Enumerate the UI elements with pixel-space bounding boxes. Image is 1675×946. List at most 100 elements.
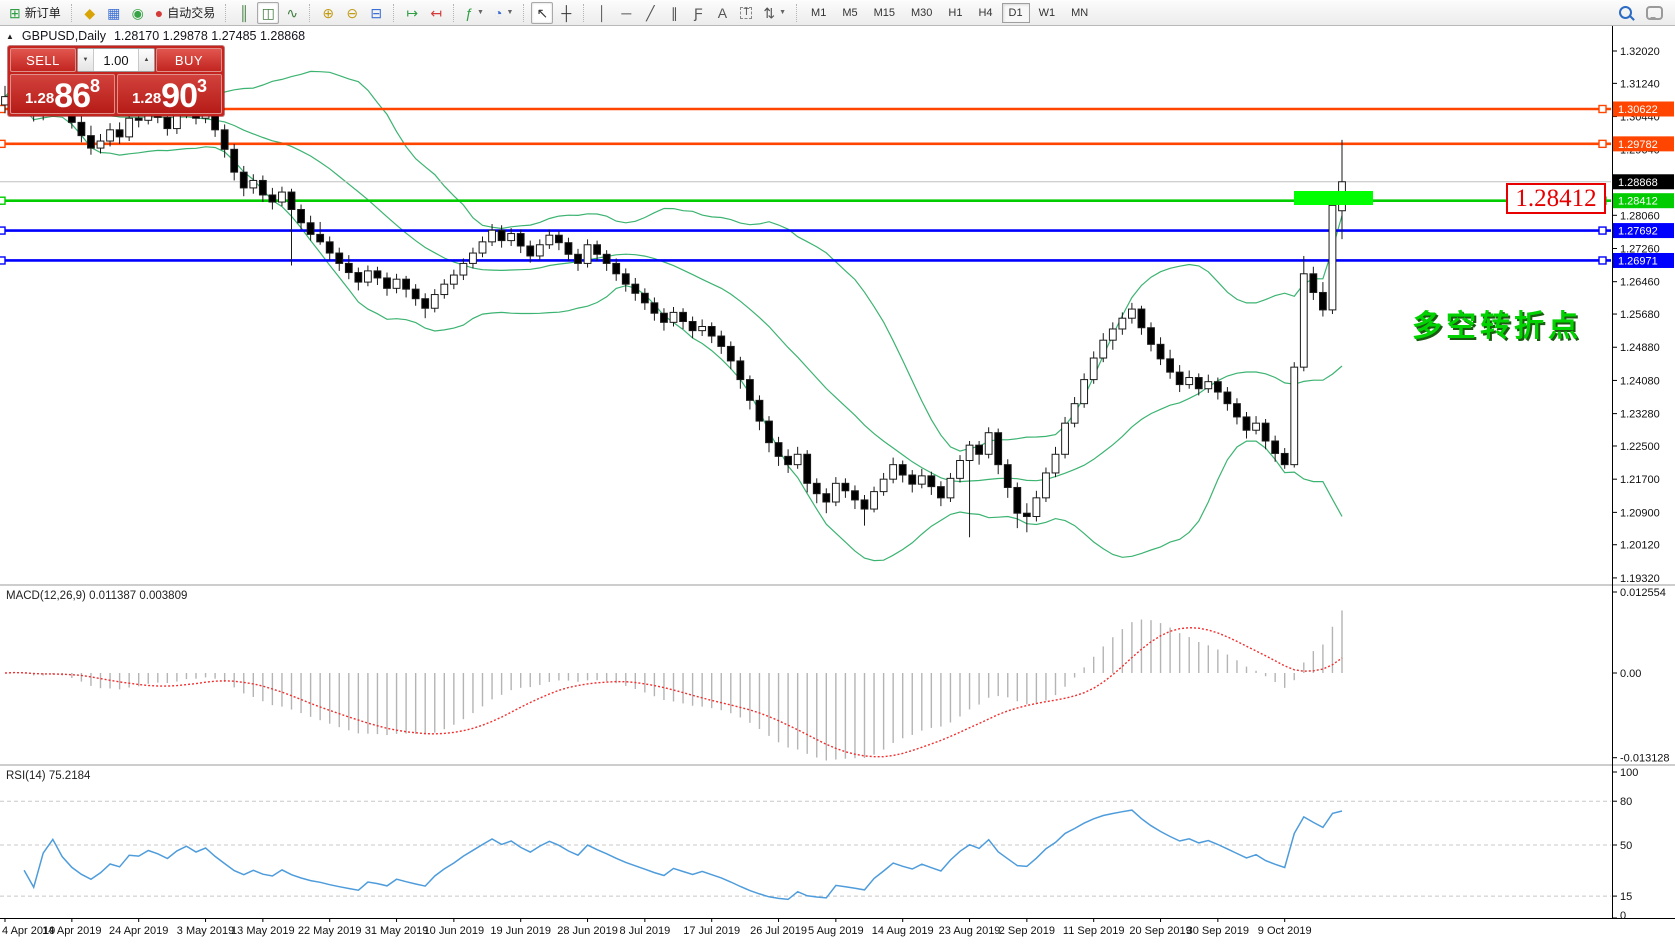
green-zone-box[interactable]: [1294, 190, 1373, 206]
new-order-icon: ⊞: [9, 4, 21, 21]
zoom-out-icon: ⊖: [346, 4, 359, 21]
price-scale-badge: 1.30622: [1613, 101, 1674, 117]
zoom-in-button[interactable]: ⊕: [317, 2, 339, 24]
svg-text:1.20120: 1.20120: [1620, 540, 1660, 552]
chart-shift-button[interactable]: ↤: [425, 2, 447, 24]
timeframe-mn-button[interactable]: MN: [1064, 3, 1095, 23]
turning-point-text-annotation[interactable]: 多空转折点: [1412, 301, 1582, 345]
auto-scroll-button[interactable]: ↦: [401, 2, 423, 24]
timeframe-h1-button[interactable]: H1: [941, 3, 969, 23]
fibonacci-icon: Ƒ: [694, 4, 703, 21]
price-scale-badge: 1.28868: [1613, 174, 1674, 190]
periods-icon: ◔: [493, 4, 503, 21]
svg-text:1.26971: 1.26971: [1618, 255, 1658, 267]
buy-button[interactable]: BUY: [156, 48, 222, 72]
svg-text:11 Sep 2019: 11 Sep 2019: [1063, 925, 1125, 937]
sell-price-display[interactable]: 1.28 86 8: [10, 74, 115, 114]
market-watch-button[interactable]: ▦: [103, 2, 125, 24]
volume-down-button[interactable]: ▼: [78, 49, 94, 71]
cursor-button[interactable]: ↖: [531, 1, 554, 24]
auto-trading-button[interactable]: ● 自动交易: [151, 2, 219, 24]
svg-text:9 Oct 2019: 9 Oct 2019: [1258, 925, 1312, 937]
buy-price-display[interactable]: 1.28 90 3: [117, 74, 222, 114]
svg-text:1.26460: 1.26460: [1620, 277, 1660, 289]
panel-separator[interactable]: [0, 584, 1675, 586]
timeframe-h4-button[interactable]: H4: [971, 3, 999, 23]
new-order-button[interactable]: ⊞ 新订单: [5, 2, 65, 24]
svg-text:0: 0: [1620, 910, 1626, 922]
resistance-line-1[interactable]: [0, 104, 1612, 114]
horizontal-line-button[interactable]: ─: [615, 2, 637, 24]
equidistant-channel-button[interactable]: ∥: [663, 2, 685, 24]
zoom-in-icon: ⊕: [322, 4, 335, 21]
auto-scroll-icon: ↦: [406, 4, 419, 21]
toolbar-separator: [225, 3, 227, 22]
cursor-icon: ↖: [536, 4, 549, 21]
timeframe-m15-button[interactable]: M15: [867, 3, 902, 23]
volume-input[interactable]: [94, 49, 138, 71]
svg-text:22 May 2019: 22 May 2019: [298, 925, 362, 937]
fibonacci-button[interactable]: Ƒ: [687, 2, 709, 24]
chevron-down-icon[interactable]: ▼: [779, 9, 786, 16]
candlestick-chart-button[interactable]: ◫: [257, 1, 280, 24]
svg-text:30 Sep 2019: 30 Sep 2019: [1187, 925, 1249, 937]
chart-canvas[interactable]: 1.320201.312401.304401.296401.280601.272…: [0, 0, 1675, 946]
bar-chart-button[interactable]: ║: [233, 2, 255, 24]
rsi-label: RSI(14) 75.2184: [6, 770, 91, 782]
svg-text:24 Apr 2019: 24 Apr 2019: [109, 925, 168, 937]
periods-button[interactable]: ◔ ▼: [490, 2, 517, 24]
crosshair-button[interactable]: ┼: [555, 2, 577, 24]
tile-windows-button[interactable]: ⊟: [365, 2, 387, 24]
layout-button[interactable]: ◆: [79, 2, 101, 24]
svg-text:14 Apr 2019: 14 Apr 2019: [42, 925, 101, 937]
price-level-annotation[interactable]: 1.28412: [1506, 183, 1606, 214]
line-chart-button[interactable]: ∿: [281, 2, 303, 24]
candlestick-chart-icon: ◫: [261, 4, 275, 21]
price-scale-badge: 1.29782: [1613, 136, 1674, 152]
auto-trading-label: 自动交易: [167, 6, 216, 20]
main-toolbar: ⊞ 新订单 ◆ ▦ ◉ ● 自动交易 ║ ◫ ∿ ⊕ ⊖ ⊟ ↦ ↤ ƒ ▼ ◔ ▼ ↖ ┼ │ ─ ╱ ∥ Ƒ A T ⇅ ▼ M1 M5 M…: [0, 0, 1675, 26]
toolbar-separator: [309, 3, 311, 22]
buy-price-prefix: 1.28: [131, 90, 162, 107]
timeframe-w1-button[interactable]: W1: [1032, 3, 1063, 23]
zoom-out-button[interactable]: ⊖: [341, 2, 363, 24]
sell-price-big: 86: [54, 77, 91, 116]
vertical-line-button[interactable]: │: [591, 2, 613, 24]
svg-text:100: 100: [1620, 767, 1638, 779]
timeframe-m1-button[interactable]: M1: [804, 3, 833, 23]
timeframe-m5-button[interactable]: M5: [835, 3, 864, 23]
trendline-button[interactable]: ╱: [639, 2, 661, 24]
svg-text:1.31240: 1.31240: [1620, 78, 1660, 90]
text-label-button[interactable]: T: [735, 2, 757, 24]
collapse-panel-icon[interactable]: ▲: [6, 32, 14, 41]
volume-up-button[interactable]: ▲: [138, 49, 154, 71]
signals-button[interactable]: ◉: [127, 2, 149, 24]
toolbar-separator: [393, 3, 395, 22]
timeframe-d1-button[interactable]: D1: [1001, 2, 1030, 23]
price-scale-badge: 1.27692: [1613, 223, 1674, 239]
svg-text:1.19320: 1.19320: [1620, 573, 1660, 585]
sell-button[interactable]: SELL: [10, 48, 76, 72]
resistance-line-2[interactable]: [0, 139, 1612, 149]
buy-price-big: 90: [161, 77, 198, 116]
arrows-button[interactable]: ⇅ ▼: [759, 2, 790, 24]
toolbar-separator: [70, 3, 73, 22]
indicators-button[interactable]: ƒ ▼: [461, 2, 488, 24]
line-chart-icon: ∿: [286, 4, 299, 21]
chevron-down-icon[interactable]: ▼: [506, 9, 513, 16]
search-icon[interactable]: [1619, 6, 1632, 19]
support-line-1[interactable]: [0, 226, 1612, 235]
svg-text:1.24880: 1.24880: [1620, 342, 1660, 354]
signals-icon: ◉: [131, 4, 144, 21]
layout-icon: ◆: [84, 4, 96, 21]
text-button[interactable]: A: [711, 2, 733, 24]
chat-icon[interactable]: [1646, 5, 1663, 20]
svg-text:1.25680: 1.25680: [1620, 309, 1660, 321]
crosshair-icon: ┼: [561, 4, 572, 21]
chart-title-row: ▲ GBPUSD,Daily 1.28170 1.29878 1.27485 1…: [6, 29, 305, 43]
svg-text:1.32020: 1.32020: [1620, 46, 1660, 58]
panel-separator[interactable]: [0, 764, 1675, 766]
timeframe-m30-button[interactable]: M30: [904, 3, 939, 23]
chevron-down-icon[interactable]: ▼: [477, 9, 484, 16]
support-line-2[interactable]: [0, 256, 1612, 265]
